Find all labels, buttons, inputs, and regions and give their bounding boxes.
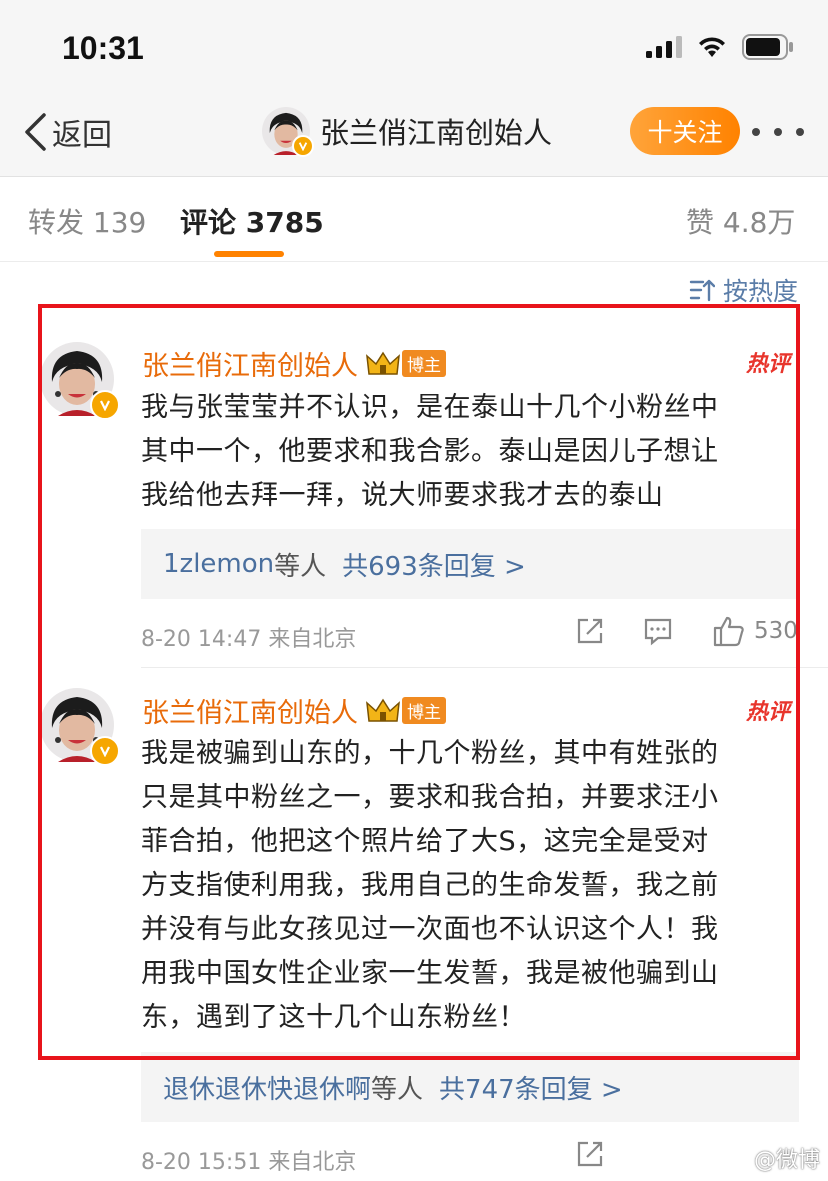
signal-icon <box>646 36 682 58</box>
more-button[interactable] <box>752 110 804 154</box>
reply-users[interactable]: 1zlemon <box>163 549 274 579</box>
like-button[interactable]: 530 <box>712 614 798 648</box>
comment-line: 并没有与此女孩见过一次面也不认识这个人！我 <box>141 914 719 945</box>
verified-badge-icon <box>90 736 120 766</box>
reply-etc: 等人 <box>371 1074 424 1105</box>
reply-count-link[interactable]: 共693条回复 > <box>342 546 526 583</box>
share-icon <box>577 618 603 644</box>
page-title: 张兰俏江南创始人 <box>320 116 553 150</box>
comment-meta: 8-20 15:51 来自北京 <box>141 1150 357 1175</box>
more-dot-icon <box>774 128 782 136</box>
wifi-icon <box>699 37 725 57</box>
battery-icon <box>742 34 793 60</box>
comment-line: 菲合拍，他把这个照片给了大S，这完全是受对 <box>141 826 709 857</box>
avatar[interactable] <box>262 107 314 157</box>
nav-title-group[interactable]: 张兰俏江南创始人 <box>262 104 552 158</box>
tab-likes[interactable]: 赞 4.8万 <box>686 201 795 241</box>
author-name[interactable]: 张兰俏江南创始人 <box>142 691 358 730</box>
share-button[interactable] <box>574 1138 606 1170</box>
comment-actions <box>574 1138 642 1170</box>
chevron-left-icon <box>25 113 46 151</box>
like-count: 530 <box>754 618 798 644</box>
more-dot-icon <box>796 128 804 136</box>
avatar[interactable] <box>40 342 120 420</box>
back-button[interactable]: 返回 <box>22 110 112 154</box>
comment-line: 东，遇到了这十几个山东粉丝！ <box>141 1002 526 1033</box>
comment-line: 我与张莹莹并不认识，是在泰山十几个小粉丝中 <box>141 392 719 423</box>
comment-line: 其中一个，他要求和我合影。泰山是因儿子想让 <box>141 436 719 467</box>
verified-badge-icon <box>292 135 314 157</box>
verified-badge-icon <box>90 390 120 420</box>
hot-comment-badge: 热评 <box>745 700 790 725</box>
tab-bar: 转发 139 评论 3785 赞 4.8万 <box>0 177 828 262</box>
blogger-tag: 博主 <box>402 697 446 724</box>
comment-line: 只是其中粉丝之一，要求和我合拍，并要求汪小 <box>141 782 719 813</box>
sort-icon <box>689 279 715 302</box>
divider <box>141 667 828 668</box>
status-bar: 10:31 <box>0 0 828 96</box>
reply-etc: 等人 <box>274 551 327 582</box>
tab-reposts[interactable]: 转发 139 <box>28 201 146 241</box>
thumbs-up-icon <box>713 616 744 647</box>
reply-button[interactable] <box>642 615 674 647</box>
comment-actions: 530 <box>574 614 798 648</box>
crown-icon <box>366 698 400 722</box>
active-tab-indicator <box>214 251 284 257</box>
avatar[interactable] <box>40 688 120 766</box>
comment-header: 张兰俏江南创始人 博主 <box>142 691 446 730</box>
back-label: 返回 <box>52 118 112 153</box>
replies-summary[interactable]: 1zlemon 等人 共693条回复 > <box>141 529 799 599</box>
tab-comments[interactable]: 评论 3785 <box>180 201 324 241</box>
comment-icon <box>644 618 672 646</box>
follow-button[interactable]: 十关注 <box>630 107 740 155</box>
comment-header: 张兰俏江南创始人 博主 <box>142 344 446 383</box>
reply-users[interactable]: 退休退休快退休啊 <box>163 1069 371 1106</box>
status-icons <box>646 34 794 60</box>
share-button[interactable] <box>574 615 606 647</box>
replies-summary[interactable]: 退休退休快退休啊 等人 共747条回复 > <box>141 1052 799 1122</box>
clock: 10:31 <box>62 30 144 66</box>
blogger-tag: 博主 <box>402 350 446 377</box>
sort-by-hot-button[interactable]: 按热度 <box>689 272 798 308</box>
comment-line: 方支指使利用我，我用自己的生命发誓，我之前 <box>141 870 719 901</box>
author-name[interactable]: 张兰俏江南创始人 <box>142 344 358 383</box>
reply-count-link[interactable]: 共747条回复 > <box>439 1069 623 1106</box>
nav-bar: 返回 张兰俏江南创始人 十关注 <box>0 96 828 177</box>
comment-meta: 8-20 14:47 来自北京 <box>141 627 357 652</box>
comment-text: 我是被骗到山东的，十几个粉丝，其中有姓张的 只是其中粉丝之一，要求和我合拍，并要… <box>141 732 791 1040</box>
comment-line: 我是被骗到山东的，十几个粉丝，其中有姓张的 <box>141 738 719 769</box>
more-dot-icon <box>752 128 760 136</box>
comment-text: 我与张莹莹并不认识，是在泰山十几个小粉丝中 其中一个，他要求和我合影。泰山是因儿… <box>141 386 791 518</box>
sort-label: 按热度 <box>722 277 798 306</box>
crown-icon <box>366 351 400 375</box>
share-icon <box>577 1141 603 1167</box>
hot-comment-badge: 热评 <box>745 352 790 377</box>
comment-line: 用我中国女性企业家一生发誓，我是被他骗到山 <box>141 958 719 989</box>
watermark: @微博 <box>753 1148 820 1173</box>
comment-line: 我给他去拜一拜，说大师要求我才去的泰山 <box>141 480 664 511</box>
